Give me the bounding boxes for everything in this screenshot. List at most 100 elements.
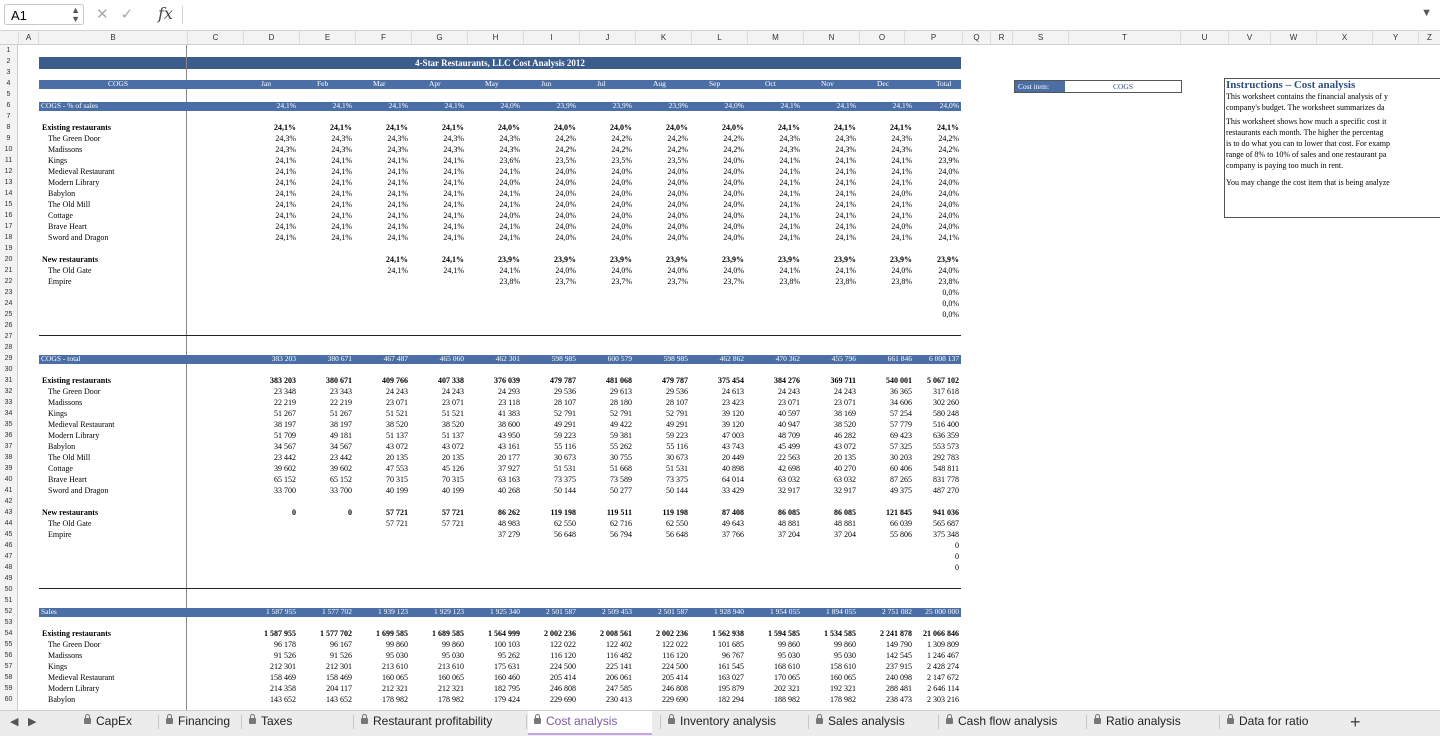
row-header-15[interactable]: 15 (0, 199, 17, 210)
tab-restaurant-profitability[interactable]: Restaurant profitability (355, 711, 521, 733)
row-header-38[interactable]: 38 (0, 452, 17, 463)
tab-cash-flow-analysis[interactable]: Cash flow analysis (940, 711, 1081, 733)
column-header-q[interactable]: Q (962, 31, 990, 44)
column-header-w[interactable]: W (1270, 31, 1316, 44)
row-header-36[interactable]: 36 (0, 430, 17, 441)
column-header-p[interactable]: P (904, 31, 962, 44)
row-header-48[interactable]: 48 (0, 562, 17, 573)
row-header-28[interactable]: 28 (0, 342, 17, 353)
row-header-46[interactable]: 46 (0, 540, 17, 551)
row-header-54[interactable]: 54 (0, 628, 17, 639)
row-header-39[interactable]: 39 (0, 463, 17, 474)
row-header-27[interactable]: 27 (0, 331, 17, 342)
row-header-10[interactable]: 10 (0, 144, 17, 155)
column-header-n[interactable]: N (803, 31, 859, 44)
column-header-o[interactable]: O (859, 31, 904, 44)
row-header-51[interactable]: 51 (0, 595, 17, 606)
formula-expand-dropdown-icon[interactable]: ▼ (1421, 7, 1432, 19)
row-header-14[interactable]: 14 (0, 188, 17, 199)
row-header-23[interactable]: 23 (0, 287, 17, 298)
column-header-e[interactable]: E (299, 31, 355, 44)
row-header-58[interactable]: 58 (0, 672, 17, 683)
row-header-34[interactable]: 34 (0, 408, 17, 419)
row-header-2[interactable]: 2 (0, 56, 17, 67)
row-header-8[interactable]: 8 (0, 122, 17, 133)
column-header-t[interactable]: T (1068, 31, 1180, 44)
function-icon[interactable]: fx (158, 4, 173, 23)
row-header-31[interactable]: 31 (0, 375, 17, 386)
add-sheet-icon[interactable]: + (1350, 711, 1361, 733)
row-header-22[interactable]: 22 (0, 276, 17, 287)
row-header-60[interactable]: 60 (0, 694, 17, 705)
column-header-u[interactable]: U (1180, 31, 1228, 44)
row-header-3[interactable]: 3 (0, 67, 17, 78)
column-header-s[interactable]: S (1012, 31, 1068, 44)
row-header-44[interactable]: 44 (0, 518, 17, 529)
column-header-i[interactable]: I (523, 31, 579, 44)
row-header-43[interactable]: 43 (0, 507, 17, 518)
column-header-g[interactable]: G (411, 31, 467, 44)
column-header-j[interactable]: J (579, 31, 635, 44)
row-header-6[interactable]: 6 (0, 100, 17, 111)
row-header-1[interactable]: 1 (0, 45, 17, 56)
row-header-50[interactable]: 50 (0, 584, 17, 595)
tab-sales-analysis[interactable]: Sales analysis (810, 711, 931, 733)
column-header-l[interactable]: L (691, 31, 747, 44)
row-header-42[interactable]: 42 (0, 496, 17, 507)
name-box-spinner-icon[interactable]: ▲ ▼ (71, 6, 80, 24)
row-header-16[interactable]: 16 (0, 210, 17, 221)
tab-taxes[interactable]: Taxes (243, 711, 344, 733)
row-header-33[interactable]: 33 (0, 397, 17, 408)
tab-ratio-analysis[interactable]: Ratio analysis (1088, 711, 1214, 733)
column-header-k[interactable]: K (635, 31, 691, 44)
worksheet-grid[interactable]: 4-Star Restaurants, LLC Cost Analysis 20… (18, 45, 1440, 710)
cost-item-value[interactable]: COGS (1065, 81, 1181, 92)
column-header-h[interactable]: H (467, 31, 523, 44)
column-header-x[interactable]: X (1316, 31, 1372, 44)
cost-item-selector[interactable]: Cost item: COGS (1014, 80, 1182, 93)
row-header-49[interactable]: 49 (0, 573, 17, 584)
column-header-z[interactable]: Z (1418, 31, 1440, 44)
row-header-18[interactable]: 18 (0, 232, 17, 243)
row-header-30[interactable]: 30 (0, 364, 17, 375)
column-header-b[interactable]: B (38, 31, 187, 44)
row-header-57[interactable]: 57 (0, 661, 17, 672)
column-header-m[interactable]: M (747, 31, 803, 44)
row-header-21[interactable]: 21 (0, 265, 17, 276)
row-header-12[interactable]: 12 (0, 166, 17, 177)
row-header-4[interactable]: 4 (0, 78, 17, 89)
next-sheet-icon[interactable]: ▶ (28, 715, 36, 728)
row-header-32[interactable]: 32 (0, 386, 17, 397)
row-header-37[interactable]: 37 (0, 441, 17, 452)
row-header-26[interactable]: 26 (0, 320, 17, 331)
tab-financing[interactable]: Financing (160, 711, 241, 733)
row-header-59[interactable]: 59 (0, 683, 17, 694)
row-header-5[interactable]: 5 (0, 89, 17, 100)
column-header-v[interactable]: V (1228, 31, 1270, 44)
row-header-24[interactable]: 24 (0, 298, 17, 309)
column-header-f[interactable]: F (355, 31, 411, 44)
name-box[interactable]: A1 ▲ ▼ (4, 4, 84, 25)
row-header-11[interactable]: 11 (0, 155, 17, 166)
row-header-20[interactable]: 20 (0, 254, 17, 265)
column-header-r[interactable]: R (990, 31, 1012, 44)
prev-sheet-icon[interactable]: ◀ (10, 715, 18, 728)
row-header-19[interactable]: 19 (0, 243, 17, 254)
row-header-45[interactable]: 45 (0, 529, 17, 540)
column-header-y[interactable]: Y (1372, 31, 1418, 44)
confirm-icon[interactable]: ✓ (121, 6, 134, 23)
column-header-a[interactable]: A (18, 31, 38, 44)
tab-data-for-ratio[interactable]: Data for ratio (1221, 711, 1342, 733)
tab-inventory-analysis[interactable]: Inventory analysis (662, 711, 803, 733)
row-header-55[interactable]: 55 (0, 639, 17, 650)
row-header-47[interactable]: 47 (0, 551, 17, 562)
row-header-29[interactable]: 29 (0, 353, 17, 364)
row-header-17[interactable]: 17 (0, 221, 17, 232)
row-header-13[interactable]: 13 (0, 177, 17, 188)
row-header-35[interactable]: 35 (0, 419, 17, 430)
row-header-41[interactable]: 41 (0, 485, 17, 496)
column-header-c[interactable]: C (187, 31, 243, 44)
row-header-56[interactable]: 56 (0, 650, 17, 661)
row-header-52[interactable]: 52 (0, 606, 17, 617)
row-header-7[interactable]: 7 (0, 111, 17, 122)
